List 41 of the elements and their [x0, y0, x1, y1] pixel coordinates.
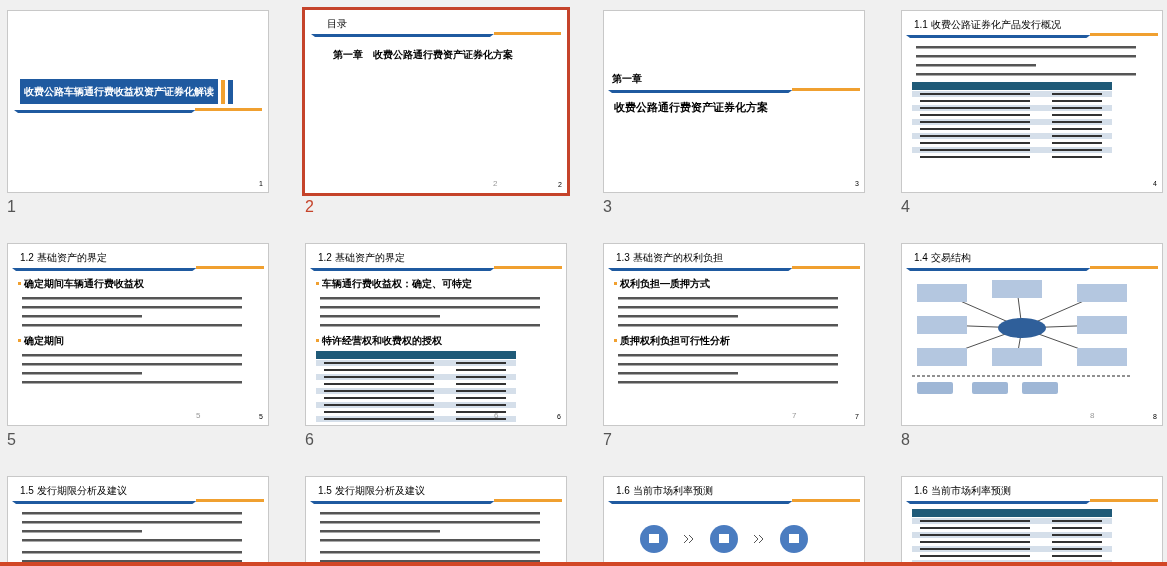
bullet-heading: 质押权利负担可行性分析 [620, 334, 730, 348]
bullet-icon [316, 282, 319, 285]
footer-number: 6 [494, 410, 499, 422]
bullet-heading: 权利负担—质押方式 [620, 277, 710, 291]
bullet-heading: 确定期间车辆通行费收益权 [24, 277, 144, 291]
slide-number: 8 [901, 430, 910, 450]
footer-number: 2 [493, 178, 498, 190]
accent-bar [221, 79, 225, 104]
slide-title: 1.5 发行期限分析及建议 [20, 484, 127, 498]
slide-title: 1.4 交易结构 [914, 251, 971, 265]
slide-number: 2 [305, 197, 314, 217]
slide-title: 1.5 发行期限分析及建议 [318, 484, 425, 498]
bullet-icon [614, 282, 617, 285]
toc-entry: 第一章 收费公路通行费资产证券化方案 [333, 48, 513, 62]
bullet-heading: 特许经营权和收费权的授权 [322, 334, 442, 348]
bullet-icon [18, 339, 21, 342]
slide-title: 1.2 基础资产的界定 [318, 251, 405, 265]
bullet-heading: 确定期间 [24, 334, 64, 348]
slide-title: 1.6 当前市场利率预测 [616, 484, 713, 498]
bullet-icon [18, 282, 21, 285]
slide-title: 1.2 基础资产的界定 [20, 251, 107, 265]
slide-title: 1.3 基础资产的权利负担 [616, 251, 723, 265]
slide-number: 6 [305, 430, 314, 450]
bullet-heading: 车辆通行费收益权：确定、可特定 [322, 277, 472, 291]
slide-number: 7 [603, 430, 612, 450]
slide-title: 1.6 当前市场利率预测 [914, 484, 1011, 498]
slide-title: 1.1 收费公路证券化产品发行概况 [914, 18, 1061, 32]
slide-number: 5 [7, 430, 16, 450]
bullet-icon [316, 339, 319, 342]
footer-number: 8 [1090, 410, 1095, 422]
bullet-icon [614, 339, 617, 342]
footer-number: 7 [792, 410, 797, 422]
chapter-label: 第一章 [612, 72, 642, 86]
cover-title: 收费公路车辆通行费收益权资产证券化解读 [20, 79, 218, 104]
footer-number: 5 [196, 410, 201, 422]
slide-title: 目录 [327, 17, 347, 31]
slide-number: 1 [7, 197, 16, 217]
accent-bar [228, 79, 233, 104]
slide-number: 4 [901, 197, 910, 217]
section-title: 收费公路通行费资产证券化方案 [614, 100, 768, 115]
slide-number: 3 [603, 197, 612, 217]
